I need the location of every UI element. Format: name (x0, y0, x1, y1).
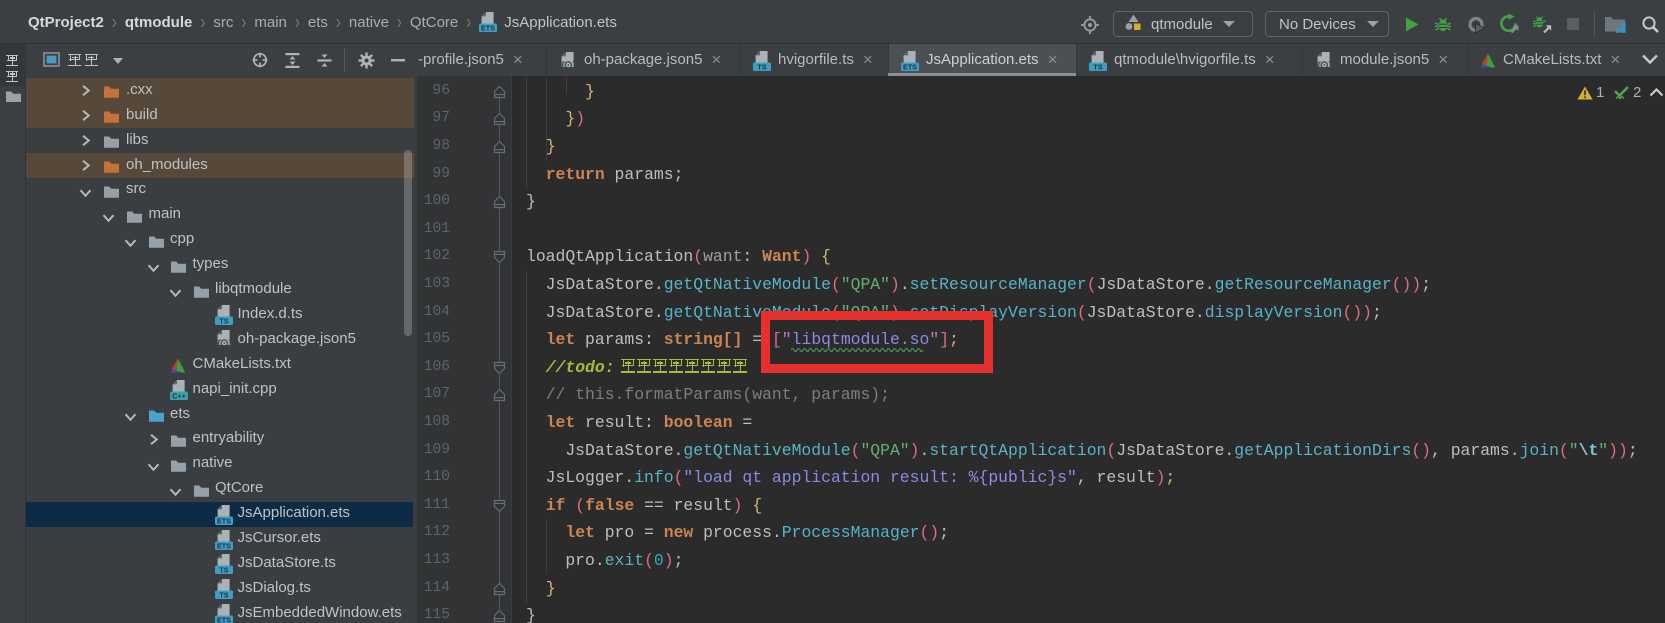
svg-text:ETS: ETS (217, 516, 231, 525)
svg-text:TS: TS (219, 317, 228, 326)
svg-text:TS: TS (757, 62, 766, 71)
svg-text:TS: TS (219, 591, 228, 600)
svg-text:}: } (572, 60, 577, 70)
svg-text:TS: TS (1093, 62, 1102, 71)
svg-text:}: } (1328, 60, 1333, 70)
svg-text:TS: TS (219, 566, 228, 575)
svg-text:ETS: ETS (217, 615, 231, 623)
svg-text:C++: C++ (172, 391, 186, 400)
svg-text:ETS: ETS (903, 62, 917, 71)
svg-text:}: } (228, 338, 233, 348)
svg-text:ETS: ETS (217, 541, 231, 550)
svg-text:ETS: ETS (481, 23, 495, 32)
